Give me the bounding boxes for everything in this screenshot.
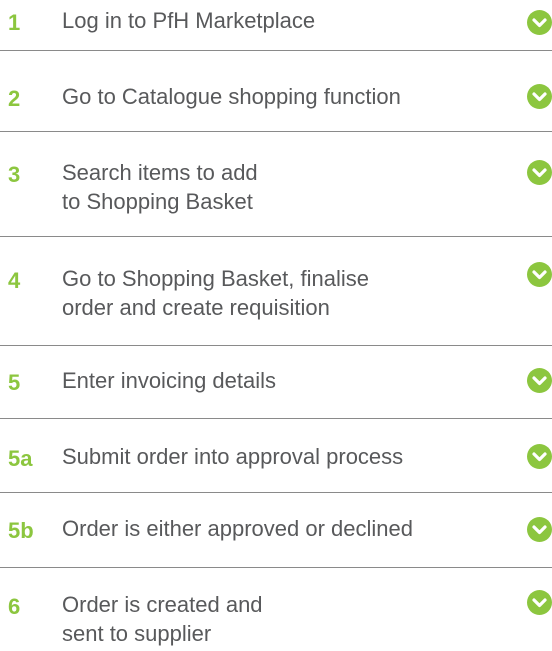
step-text-line: to Shopping Basket [62, 189, 253, 214]
check-circle-icon [527, 517, 552, 542]
process-steps-list: 1 Log in to PfH Marketplace 2 Go to Cata… [0, 0, 552, 651]
step-number: 3 [8, 162, 21, 187]
step-number: 5b [8, 518, 34, 543]
chevron-down-mark [532, 18, 547, 28]
check-circle-icon [527, 160, 552, 185]
step-text-line: Go to Catalogue shopping function [62, 84, 401, 109]
check-circle-icon [527, 368, 552, 393]
check-circle-icon [527, 10, 552, 35]
divider [0, 567, 552, 568]
check-circle-icon [527, 444, 552, 469]
step-text-line: Search items to add [62, 160, 258, 185]
chevron-down-mark [532, 92, 547, 102]
chevron-down-mark [532, 452, 547, 462]
step-text-line: order and create requisition [62, 295, 330, 320]
step-text-line: sent to supplier [62, 621, 212, 646]
step-number: 4 [8, 268, 21, 293]
step-number: 6 [8, 594, 21, 619]
step-text-line: Enter invoicing details [62, 368, 277, 393]
step-number: 5 [8, 370, 21, 395]
step-number: 5a [8, 446, 33, 471]
step-number: 2 [8, 86, 21, 111]
step-text-line: Submit order into approval process [62, 444, 404, 469]
check-circle-icon [527, 84, 552, 109]
check-circle-icon [527, 262, 552, 287]
chevron-down-mark [532, 525, 547, 535]
check-circle-icon [527, 590, 552, 615]
step-number: 1 [8, 10, 21, 35]
divider [0, 236, 552, 237]
chevron-down-mark [532, 270, 547, 280]
step-text-line: Log in to PfH Marketplace [62, 8, 316, 33]
chevron-down-mark [532, 598, 547, 608]
divider [0, 492, 552, 493]
step-text-line: Order is created and [62, 592, 263, 617]
divider [0, 418, 552, 419]
chevron-down-mark [532, 376, 547, 386]
chevron-down-mark [532, 168, 547, 178]
divider [0, 50, 552, 51]
step-text-line: Go to Shopping Basket, finalise [62, 266, 369, 291]
divider [0, 345, 552, 346]
divider [0, 131, 552, 132]
step-text-line: Order is either approved or declined [62, 516, 413, 541]
